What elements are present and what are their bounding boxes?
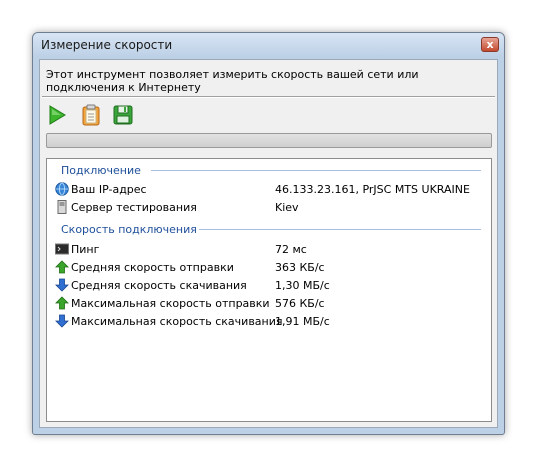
section-title-speed: Скорость подключения (61, 223, 197, 236)
row-max-upload: Максимальная скорость отправки 576 КБ/с (55, 295, 485, 311)
terminal-icon (55, 243, 69, 255)
row-avg-download: Средняя скорость скачивания 1,30 МБ/с (55, 277, 485, 293)
row-ip-address: Ваш IP-адрес 46.133.23.161, PrJSC MTS UK… (55, 181, 485, 197)
row-test-server: Сервер тестирования Kiev (55, 199, 485, 215)
description-text: Этот инструмент позволяет измерить скоро… (46, 68, 419, 94)
row-avg-upload: Средняя скорость отправки 363 КБ/с (55, 259, 485, 275)
test-progress-bar (46, 133, 492, 148)
row-value: 363 КБ/с (275, 261, 325, 274)
arrow-down-blue-icon (55, 314, 69, 328)
results-panel: Подключение Ваш IP-адрес 46.133.23.161, … (46, 158, 492, 422)
client-area: Этот инструмент позволяет измерить скоро… (39, 59, 498, 428)
row-value: Kiev (275, 201, 299, 214)
row-label: Ваш IP-адрес (71, 183, 147, 196)
row-label: Максимальная скорость скачивания (71, 315, 283, 328)
row-label: Средняя скорость скачивания (71, 279, 247, 292)
row-label: Пинг (71, 243, 100, 256)
arrow-up-green-icon (55, 260, 69, 274)
header-divider (42, 96, 495, 98)
clipboard-icon (82, 104, 100, 126)
row-ping: Пинг 72 мс (55, 241, 485, 257)
row-value: 1,30 МБ/с (275, 279, 330, 292)
section-divider-connection (151, 170, 481, 171)
row-label: Максимальная скорость отправки (71, 297, 270, 310)
start-test-button[interactable] (46, 104, 68, 126)
save-button[interactable] (112, 104, 134, 126)
section-title-connection: Подключение (61, 164, 141, 177)
globe-icon (55, 182, 69, 196)
row-value: 72 мс (275, 243, 307, 256)
play-icon (49, 105, 66, 125)
row-value: 46.133.23.161, PrJSC MTS UKRAINE (275, 183, 470, 196)
section-divider-speed (199, 229, 481, 230)
close-button[interactable]: x (481, 37, 499, 52)
floppy-disk-icon (113, 105, 133, 125)
arrow-down-blue-icon (55, 278, 69, 292)
arrow-up-green-icon (55, 296, 69, 310)
row-label: Средняя скорость отправки (71, 261, 234, 274)
row-value: 1,91 МБ/с (275, 315, 330, 328)
row-max-download: Максимальная скорость скачивания 1,91 МБ… (55, 313, 485, 329)
speed-test-window: Измерение скорости x Этот инструмент поз… (32, 32, 505, 435)
row-value: 576 КБ/с (275, 297, 325, 310)
title-bar[interactable]: Измерение скорости x (33, 33, 504, 57)
window-title: Измерение скорости (41, 38, 173, 52)
server-icon (57, 200, 67, 214)
copy-to-clipboard-button[interactable] (80, 104, 102, 126)
row-label: Сервер тестирования (71, 201, 197, 214)
